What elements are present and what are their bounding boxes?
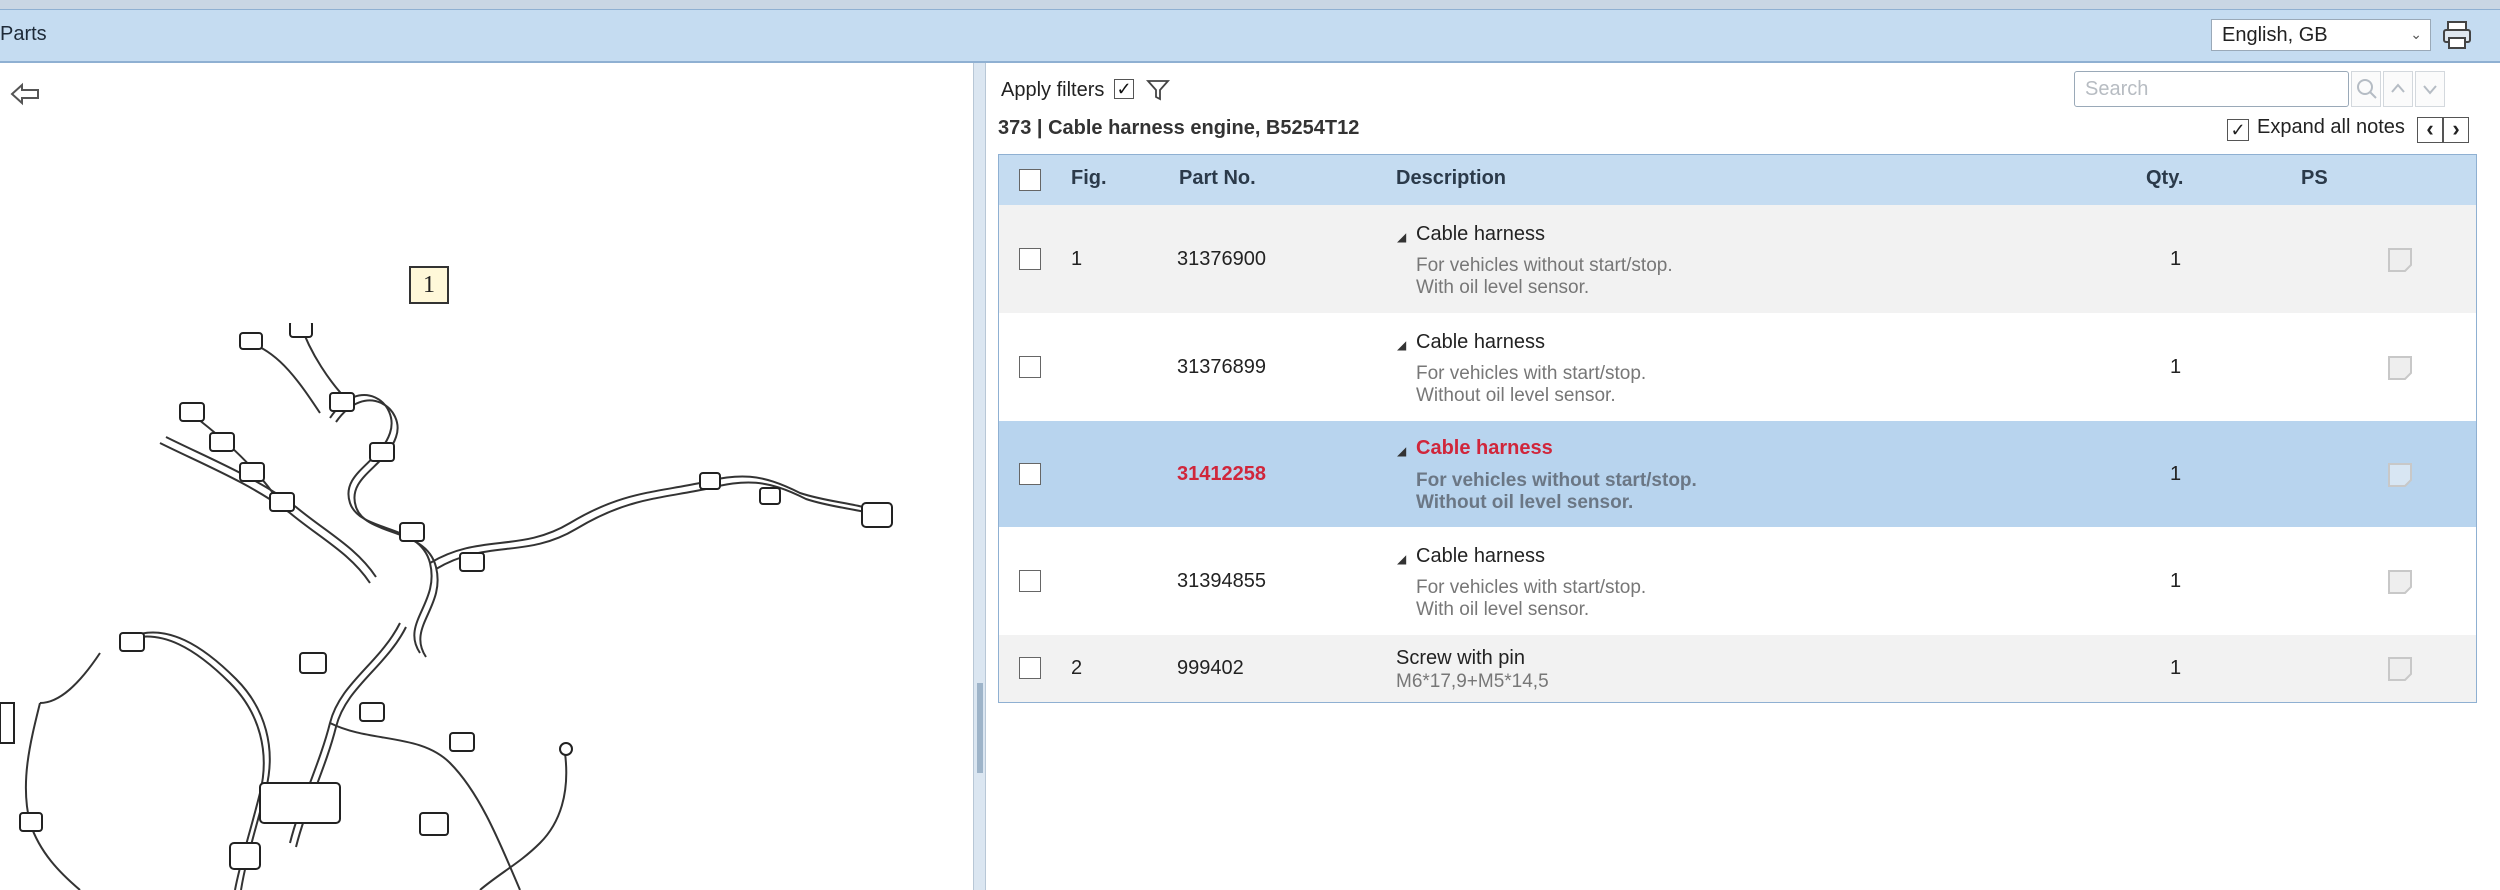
table-row[interactable]: 1 31376900 ◢ Cable harness For vehicles … — [999, 205, 2476, 313]
qty-cell: 1 — [2170, 356, 2182, 378]
qty-cell: 1 — [2170, 248, 2182, 270]
chevron-up-icon — [2391, 83, 2405, 93]
search-button[interactable] — [2351, 71, 2381, 107]
description-title: Cable harness — [1416, 223, 1545, 245]
part-number[interactable]: 31412258 — [1177, 463, 1266, 486]
cable-harness-illustration — [0, 323, 893, 890]
expand-triangle-icon[interactable]: ◢ — [1397, 230, 1406, 244]
print-icon[interactable] — [2440, 18, 2474, 52]
figure-callout-1[interactable]: 1 — [409, 266, 449, 304]
expand-triangle-icon[interactable]: ◢ — [1397, 444, 1406, 458]
description-note: For vehicles with start/stop. — [1416, 577, 1647, 598]
part-number[interactable]: 999402 — [1177, 657, 1244, 680]
column-qty[interactable]: Qty. — [2146, 167, 2183, 190]
description-title: Cable harness — [1416, 545, 1545, 567]
description-title: Cable harness — [1416, 331, 1545, 353]
parts-list-pane: Apply filters ✓ 373 | Cable harness engi… — [986, 63, 2500, 890]
description-note: For vehicles without start/stop. — [1416, 470, 1697, 491]
splitter-handle[interactable] — [977, 683, 983, 773]
apply-filters-label: Apply filters — [1001, 79, 1105, 101]
apply-filters-checkbox[interactable]: ✓ — [1114, 79, 1134, 99]
column-part-no[interactable]: Part No. — [1179, 167, 1256, 190]
section-title: 373 | Cable harness engine, B5254T12 — [998, 117, 1360, 139]
column-description[interactable]: Description — [1396, 167, 1506, 190]
fig-cell: 1 — [1071, 248, 1083, 270]
search-input[interactable]: Search — [2074, 71, 2349, 107]
description-note: For vehicles without start/stop. — [1416, 255, 1673, 276]
description-note: For vehicles with start/stop. — [1416, 363, 1647, 384]
expand-triangle-icon[interactable]: ◢ — [1397, 552, 1406, 566]
table-header: Fig. Part No. Description Qty. PS — [999, 155, 2476, 205]
chevron-down-icon — [2423, 85, 2437, 95]
filter-icon[interactable] — [1146, 78, 1170, 102]
search-icon — [2357, 79, 2377, 99]
part-number[interactable]: 31376899 — [1177, 356, 1266, 379]
description-note: With oil level sensor. — [1416, 599, 1590, 620]
qty-cell: 1 — [2170, 570, 2182, 592]
document-icon[interactable] — [2387, 462, 2413, 488]
expand-all-notes-label: Expand all notes — [2257, 116, 2405, 138]
row-checkbox[interactable] — [1019, 356, 1041, 378]
select-all-checkbox[interactable] — [1019, 169, 1041, 191]
description-title: Screw with pin — [1396, 647, 1525, 669]
expand-triangle-icon[interactable]: ◢ — [1397, 338, 1406, 352]
pane-splitter[interactable] — [973, 63, 986, 890]
table-row[interactable]: 2 999402 Screw with pin M6*17,9+M5*14,5 … — [999, 635, 2476, 702]
previous-note-button[interactable]: ‹ — [2417, 117, 2443, 143]
table-row[interactable]: 31394855 ◢ Cable harness For vehicles wi… — [999, 527, 2476, 635]
search-next-button[interactable] — [2415, 71, 2445, 107]
document-icon[interactable] — [2387, 569, 2413, 595]
qty-cell: 1 — [2170, 657, 2182, 679]
part-number[interactable]: 31376900 — [1177, 248, 1266, 271]
top-strip — [0, 0, 2500, 9]
app-header: Parts English, GB ⌄ — [0, 9, 2500, 63]
description-title: Cable harness — [1416, 437, 1553, 459]
description-note: Without oil level sensor. — [1416, 492, 1634, 513]
illustration-pane: 1 — [0, 63, 973, 890]
table-row-selected[interactable]: 31412258 ◢ Cable harness For vehicles wi… — [999, 421, 2476, 527]
description-note: M6*17,9+M5*14,5 — [1396, 671, 1549, 692]
page-title: Parts — [0, 23, 47, 45]
chevron-down-icon: ⌄ — [2410, 26, 2422, 42]
part-number[interactable]: 31394855 — [1177, 570, 1266, 593]
row-checkbox[interactable] — [1019, 657, 1041, 679]
table-row[interactable]: 31376899 ◢ Cable harness For vehicles wi… — [999, 313, 2476, 421]
parts-table: Fig. Part No. Description Qty. PS 1 3137… — [998, 154, 2477, 703]
column-fig[interactable]: Fig. — [1071, 167, 1107, 190]
back-arrow-icon[interactable] — [8, 80, 42, 108]
document-icon[interactable] — [2387, 355, 2413, 381]
next-note-button[interactable]: › — [2443, 117, 2469, 143]
row-checkbox[interactable] — [1019, 463, 1041, 485]
description-note: With oil level sensor. — [1416, 277, 1590, 298]
language-value: English, GB — [2222, 24, 2328, 46]
row-checkbox[interactable] — [1019, 248, 1041, 270]
document-icon[interactable] — [2387, 656, 2413, 682]
document-icon[interactable] — [2387, 247, 2413, 273]
column-ps[interactable]: PS — [2301, 167, 2328, 190]
description-note: Without oil level sensor. — [1416, 385, 1616, 406]
fig-cell: 2 — [1071, 657, 1083, 679]
qty-cell: 1 — [2170, 463, 2182, 485]
language-select[interactable]: English, GB ⌄ — [2211, 19, 2431, 51]
row-checkbox[interactable] — [1019, 570, 1041, 592]
search-prev-button[interactable] — [2383, 71, 2413, 107]
expand-all-notes-checkbox[interactable]: ✓ — [2227, 119, 2249, 141]
